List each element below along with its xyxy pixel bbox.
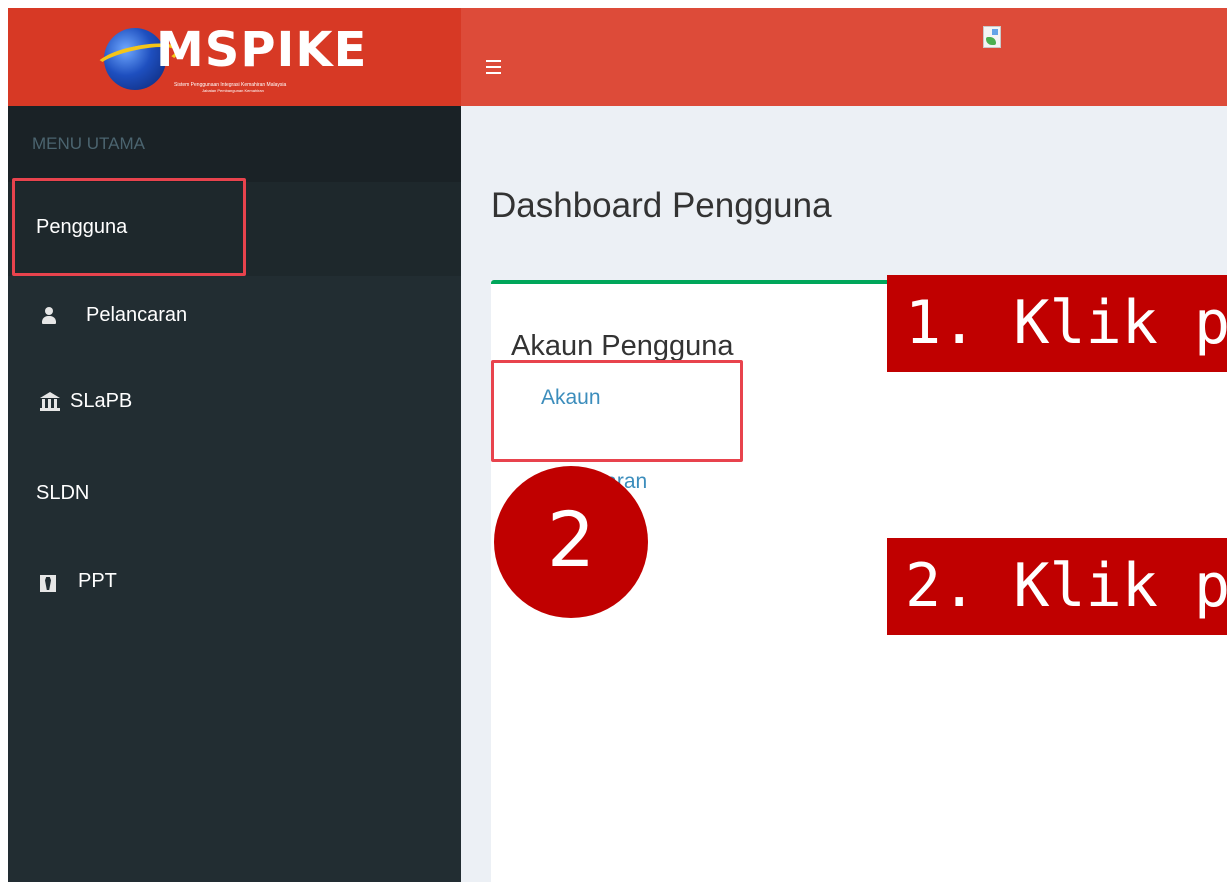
- logo-text: MSPIKE: [156, 22, 368, 78]
- user-icon: [40, 306, 60, 326]
- sidebar-item-slapb[interactable]: SLaPB: [8, 374, 461, 430]
- highlight-box-pengguna: [12, 178, 246, 276]
- step-number-badge: 2: [494, 466, 648, 618]
- sidebar-item-label: SLDN: [36, 482, 90, 504]
- box-title: Akaun Pengguna: [511, 330, 734, 362]
- hamburger-menu-icon[interactable]: [486, 60, 501, 74]
- broken-image-icon: [983, 26, 1001, 48]
- tie-icon: [40, 575, 56, 592]
- highlight-box-akaun: [491, 360, 743, 462]
- sidebar-item-label: PPT: [78, 570, 117, 592]
- instruction-banner-2: 2. Klik pa: [887, 538, 1227, 635]
- sidebar-item-label: Pelancaran: [86, 304, 188, 326]
- page-title: Dashboard Pengguna: [491, 186, 832, 225]
- instruction-banner-1: 1. Klik pa: [887, 275, 1227, 372]
- sidebar-item-label: SLaPB: [70, 390, 133, 412]
- logo[interactable]: MSPIKE Sistem Penggunaan Integrasi Kemah…: [8, 8, 461, 106]
- menu-header: MENU UTAMA: [8, 106, 461, 182]
- sidebar-item-pelancaran[interactable]: Pelancaran: [8, 288, 461, 344]
- sidebar-item-ppt[interactable]: PPT: [8, 554, 461, 610]
- top-header: MSPIKE Sistem Penggunaan Integrasi Kemah…: [8, 8, 1227, 106]
- sidebar-item-sldn[interactable]: SLDN: [8, 466, 461, 522]
- bank-icon: [40, 392, 60, 412]
- logo-subtagline: Jabatan Pembangunan Kemahiran: [202, 88, 264, 93]
